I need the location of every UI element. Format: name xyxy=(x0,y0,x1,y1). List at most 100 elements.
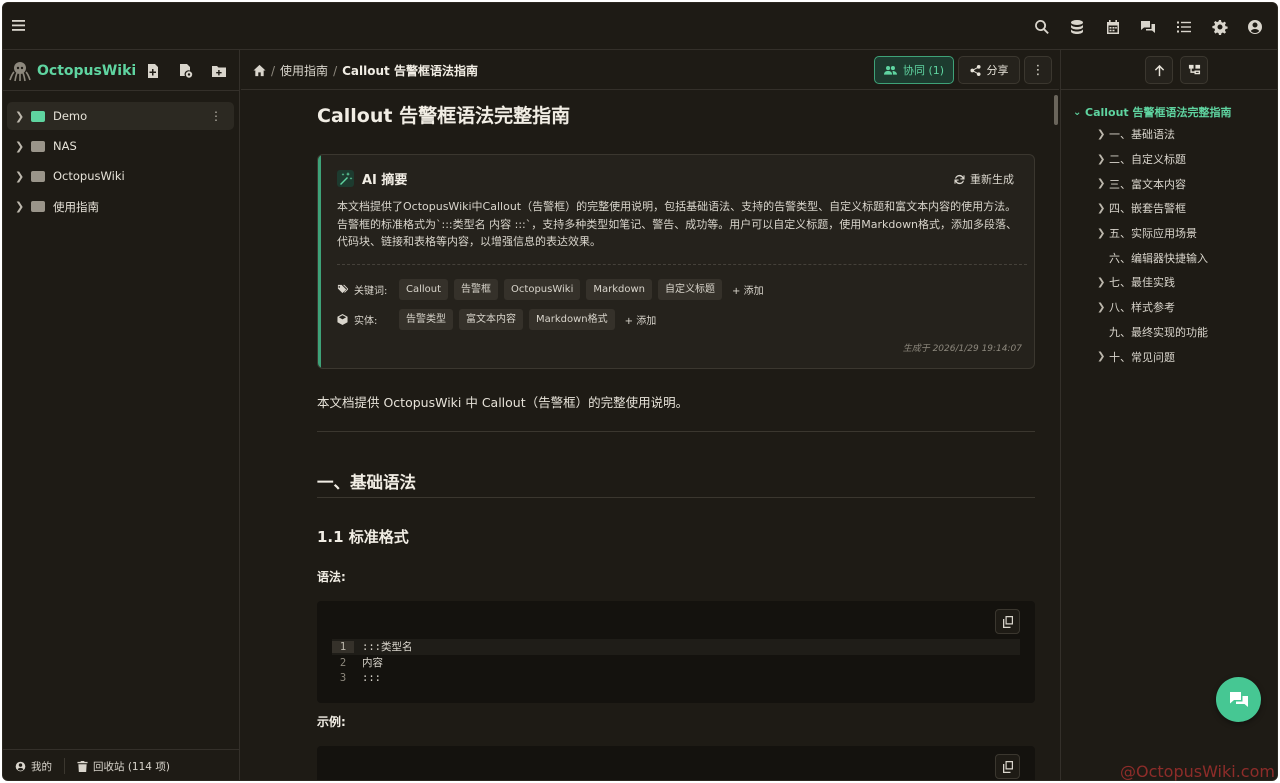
magic-wand-icon xyxy=(337,170,354,187)
chevron-right-icon[interactable]: ❯ xyxy=(1097,178,1109,189)
ai-card-accent xyxy=(318,155,321,368)
new-file-settings-icon[interactable] xyxy=(176,62,196,80)
keyword-chip[interactable]: Markdown xyxy=(586,279,653,300)
toc-item[interactable]: 九、最终实现的功能 xyxy=(1109,320,1277,345)
chevron-right-icon[interactable]: ❯ xyxy=(1097,351,1109,362)
toc-item-label: 十、常见问题 xyxy=(1109,350,1175,364)
footer-divider xyxy=(64,758,65,774)
toc-item[interactable]: 六、编辑器快捷输入 xyxy=(1109,245,1277,270)
outline-header xyxy=(1061,50,1277,90)
entities-row: 实体: 告警类型 富文本内容 Markdown格式 + 添加 xyxy=(337,309,656,330)
brand[interactable]: OctopusWiki xyxy=(9,60,136,82)
refresh-icon xyxy=(954,174,965,184)
new-folder-icon[interactable] xyxy=(209,62,229,80)
trash-icon xyxy=(77,760,88,772)
add-keyword-button[interactable]: + 添加 xyxy=(732,282,764,297)
gear-icon[interactable] xyxy=(1202,15,1238,39)
app-window: OctopusWiki ❯ Demo ⋮ ❯ NAS ❯ OctopusWiki… xyxy=(2,2,1278,781)
chevron-right-icon[interactable]: ❯ xyxy=(1097,277,1109,288)
hamburger-menu-icon[interactable] xyxy=(11,17,27,35)
chevron-right-icon[interactable]: ❯ xyxy=(1097,203,1109,214)
document-content[interactable]: Callout 告警框语法完整指南 AI 摘要 重新生成 本文档提供了Octop… xyxy=(241,91,1059,780)
toc-item[interactable]: ❯ 三、富文本内容 xyxy=(1097,171,1277,196)
outline-toggle-button[interactable] xyxy=(1180,56,1208,84)
chevron-right-icon[interactable]: ❯ xyxy=(1097,228,1109,239)
intro-paragraph: 本文档提供 OctopusWiki 中 Callout（告警框）的完整使用说明。 xyxy=(317,395,689,410)
copy-code-button[interactable] xyxy=(995,754,1020,779)
code-line: 3 ::: xyxy=(332,670,1020,686)
toc-item[interactable]: ❯ 七、最佳实践 xyxy=(1097,270,1277,295)
calendar-icon[interactable] xyxy=(1095,15,1131,39)
new-file-icon[interactable] xyxy=(143,62,163,80)
breadcrumb-separator: / xyxy=(271,63,276,78)
tree-item-guide[interactable]: ❯ 使用指南 xyxy=(7,193,234,221)
keyword-chip[interactable]: Callout xyxy=(399,279,449,300)
entity-chip[interactable]: 告警类型 xyxy=(399,309,453,330)
chevron-right-icon[interactable]: ❯ xyxy=(15,140,25,153)
entity-chip[interactable]: Markdown格式 xyxy=(529,309,615,330)
line-number: 1 xyxy=(332,640,354,653)
toc-item[interactable]: ❯ 一、基础语法 xyxy=(1097,122,1277,147)
toc-item-label: 一、基础语法 xyxy=(1109,128,1175,142)
trash-label: 回收站 (114 项) xyxy=(93,760,170,773)
copy-code-button[interactable] xyxy=(995,609,1020,634)
chevron-right-icon[interactable]: ❯ xyxy=(1097,129,1109,140)
folder-icon xyxy=(31,110,45,122)
home-icon[interactable] xyxy=(253,64,266,77)
tree-item-nas[interactable]: ❯ NAS xyxy=(7,132,234,160)
user-icon[interactable] xyxy=(1237,15,1273,39)
chevron-down-icon[interactable]: ⌄ xyxy=(1073,107,1085,118)
line-number: 2 xyxy=(339,656,347,669)
more-vertical-icon[interactable]: ⋮ xyxy=(210,109,222,123)
scroll-top-button[interactable] xyxy=(1145,56,1173,84)
tree-item-octopuswiki[interactable]: ❯ OctopusWiki xyxy=(7,162,234,190)
heading-underline xyxy=(317,497,1035,498)
toc-item-label: 九、最终实现的功能 xyxy=(1109,325,1208,339)
entity-chip[interactable]: 富文本内容 xyxy=(459,309,523,330)
more-options-button[interactable]: ⋮ xyxy=(1024,56,1052,84)
keywords-label-group: 关键词: xyxy=(337,282,399,297)
toc-item[interactable]: ❯ 五、实际应用场景 xyxy=(1097,221,1277,246)
brand-name: OctopusWiki xyxy=(37,63,137,79)
keyword-chip[interactable]: 告警框 xyxy=(454,279,499,300)
trash-button[interactable]: 回收站 (114 项) xyxy=(77,759,170,774)
toc-item[interactable]: ❯ 四、嵌套告警框 xyxy=(1097,196,1277,221)
database-icon[interactable] xyxy=(1059,15,1095,39)
chevron-right-icon[interactable]: ❯ xyxy=(15,200,25,213)
mine-button[interactable]: 我的 xyxy=(15,759,52,774)
copy-icon xyxy=(1002,615,1013,628)
ai-summary-title: AI 摘要 xyxy=(362,173,408,188)
breadcrumb-item[interactable]: 使用指南 xyxy=(280,62,328,79)
sidebar: OctopusWiki ❯ Demo ⋮ ❯ NAS ❯ OctopusWiki… xyxy=(3,50,240,780)
collaborate-button[interactable]: 协同 (1) xyxy=(874,56,954,84)
syntax-label: 语法: xyxy=(317,570,346,584)
chevron-right-icon[interactable]: ❯ xyxy=(15,170,25,183)
add-entity-button[interactable]: + 添加 xyxy=(625,312,657,327)
keywords-row: 关键词: Callout 告警框 OctopusWiki Markdown 自定… xyxy=(337,279,764,300)
toc-root-item[interactable]: ⌄ Callout 告警框语法完整指南 xyxy=(1073,102,1277,122)
users-icon xyxy=(883,65,897,75)
folder-icon xyxy=(31,201,45,213)
keyword-chip[interactable]: OctopusWiki xyxy=(504,279,581,300)
chat-assistant-button[interactable] xyxy=(1216,677,1261,722)
example-label: 示例: xyxy=(317,715,346,729)
mine-label: 我的 xyxy=(31,760,52,773)
ai-summary-header: AI 摘要 xyxy=(337,169,407,188)
keyword-chip[interactable]: 自定义标题 xyxy=(658,279,723,300)
toc-item[interactable]: ❯ 八、样式参考 xyxy=(1097,295,1277,320)
chevron-right-icon[interactable]: ❯ xyxy=(1097,154,1109,165)
tree-item-demo[interactable]: ❯ Demo ⋮ xyxy=(7,102,234,130)
regenerate-label: 重新生成 xyxy=(970,173,1014,186)
toc-item[interactable]: ❯ 二、自定义标题 xyxy=(1097,147,1277,172)
share-button[interactable]: 分享 xyxy=(958,56,1020,84)
regenerate-button[interactable]: 重新生成 xyxy=(954,171,1014,187)
search-icon[interactable] xyxy=(1024,15,1060,39)
chat-icon[interactable] xyxy=(1131,15,1167,39)
scrollbar[interactable] xyxy=(1054,95,1058,125)
folder-icon xyxy=(31,170,45,182)
toc-item[interactable]: ❯ 十、常见问题 xyxy=(1097,344,1277,369)
chevron-right-icon[interactable]: ❯ xyxy=(1097,302,1109,313)
chevron-right-icon[interactable]: ❯ xyxy=(15,110,25,123)
toc-item-label: 三、富文本内容 xyxy=(1109,177,1186,191)
list-icon[interactable] xyxy=(1166,15,1202,39)
